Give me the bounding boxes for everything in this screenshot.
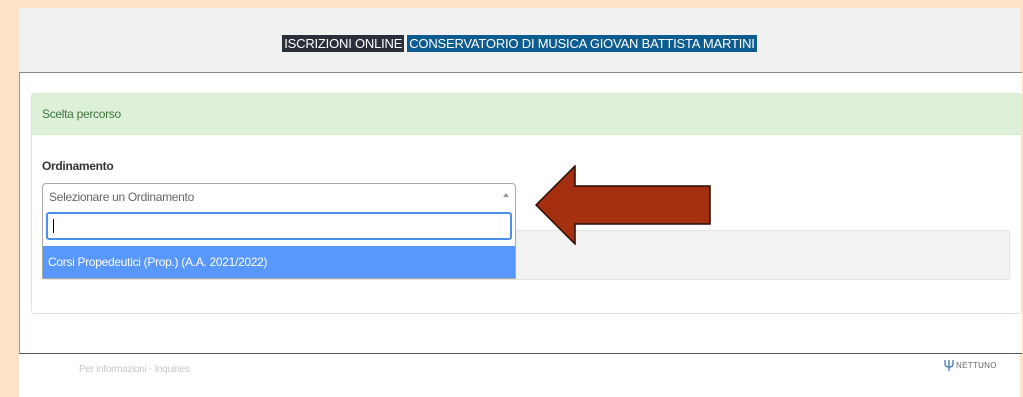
page-header: ISCRIZIONI ONLINE CONSERVATORIO DI MUSICA… [19, 8, 1020, 72]
select-dropdown: Corsi Propedeutici (Prop.) (A.A. 2021/20… [42, 208, 516, 279]
top-page-edge [0, 0, 1023, 8]
ordinamento-label: Ordinamento [42, 159, 114, 173]
nettuno-logo: NETTUNO [944, 359, 997, 372]
main-content: Scelta percorso Ordinamento Selezionare … [19, 72, 1022, 354]
title-online-enrolment: ISCRIZIONI ONLINE [282, 35, 405, 52]
footer-info-link[interactable]: Per informazioni - Inquiries [79, 364, 190, 375]
left-arrow-icon [535, 165, 711, 245]
text-caret [53, 219, 54, 233]
dropdown-search-input[interactable] [46, 212, 512, 240]
path-selection-panel: Scelta percorso Ordinamento Selezionare … [31, 93, 1022, 314]
title-conservatory: CONSERVATORIO DI MUSICA GIOVAN BATTISTA … [407, 35, 757, 52]
site-title: ISCRIZIONI ONLINE CONSERVATORIO DI MUSICA… [19, 35, 1020, 52]
ordinamento-select[interactable]: Selezionare un Ordinamento [42, 183, 516, 209]
trident-icon [944, 360, 954, 371]
chevron-up-icon [503, 193, 509, 197]
left-page-edge [0, 0, 19, 397]
select-placeholder: Selezionare un Ordinamento [49, 190, 194, 204]
dropdown-option[interactable]: Corsi Propedeutici (Prop.) (A.A. 2021/20… [43, 246, 515, 278]
panel-heading: Scelta percorso [32, 94, 1021, 135]
logo-text: NETTUNO [956, 361, 997, 370]
